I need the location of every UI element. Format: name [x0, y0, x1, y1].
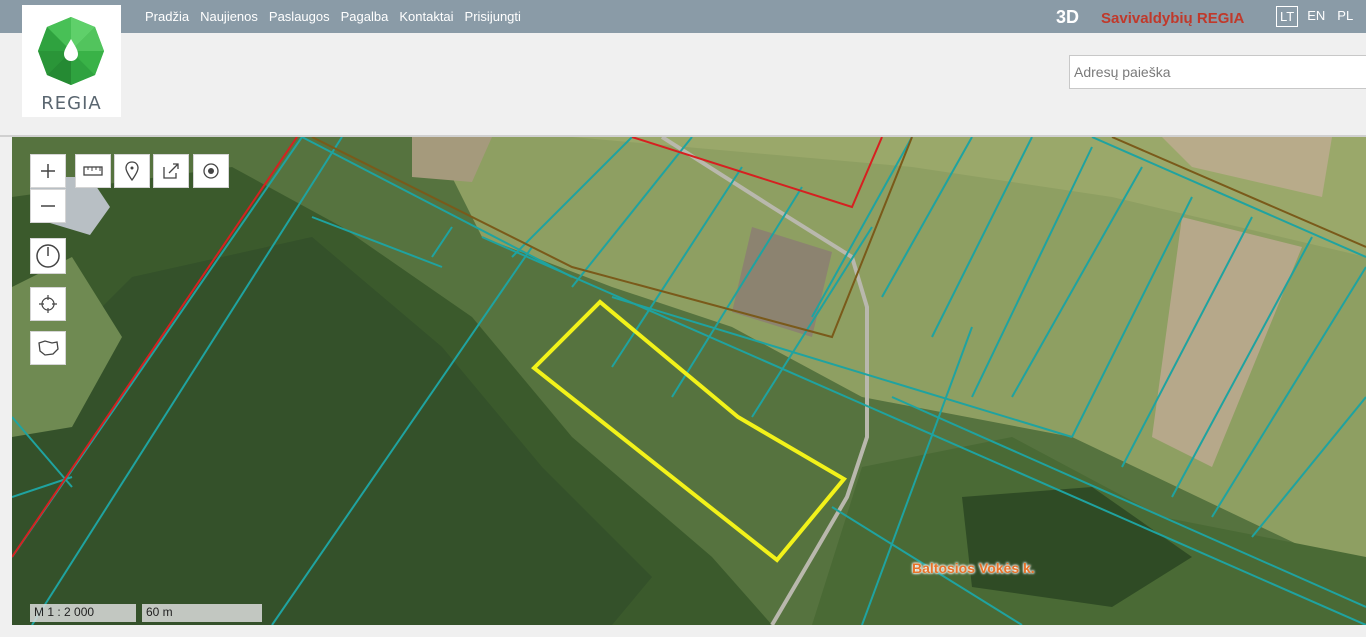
map-scale: M 1 : 2 000 60 m	[30, 604, 262, 622]
history-button[interactable]	[30, 238, 66, 274]
nav-item-paslaugos[interactable]: Paslaugos	[269, 9, 330, 24]
brand-title: Savivaldybių REGIA	[1101, 10, 1245, 27]
target-icon	[203, 163, 219, 179]
geolocate-button[interactable]	[30, 287, 66, 321]
scale-ratio: M 1 : 2 000	[30, 604, 136, 622]
area-select-button[interactable]	[30, 331, 66, 365]
marker-icon	[125, 161, 139, 181]
nav-item-prisijungti[interactable]: Prisijungti	[465, 9, 521, 24]
aerial-basemap[interactable]	[12, 137, 1366, 625]
language-switcher: LT EN PL	[1276, 6, 1356, 27]
locate-button[interactable]	[193, 154, 229, 188]
main-nav: Pradžia Naujienos Paslaugos Pagalba Kont…	[145, 9, 521, 24]
zoom-in-icon	[41, 164, 55, 178]
area-icon	[38, 340, 59, 356]
measure-button[interactable]	[75, 154, 111, 188]
logo-text: REGIA	[41, 93, 102, 114]
crosshair-icon	[39, 295, 57, 313]
address-search-input[interactable]	[1069, 55, 1366, 89]
lang-en[interactable]: EN	[1304, 6, 1328, 27]
share-button[interactable]	[153, 154, 189, 188]
place-label: Baltosios Vokės k.	[912, 560, 1035, 576]
lang-lt[interactable]: LT	[1276, 6, 1299, 27]
map-viewport[interactable]: M 1 : 2 000 60 m Baltosios Vokės k.	[12, 137, 1366, 625]
3d-button[interactable]: 3D	[1056, 7, 1079, 28]
nav-item-pagalba[interactable]: Pagalba	[341, 9, 389, 24]
nav-item-naujienos[interactable]: Naujienos	[200, 9, 258, 24]
zoom-out-icon	[41, 205, 55, 207]
share-icon	[163, 163, 179, 179]
zoom-out-button[interactable]	[30, 189, 66, 223]
ruler-icon	[83, 166, 103, 176]
logo[interactable]: REGIA	[22, 5, 121, 117]
logo-icon	[38, 17, 104, 85]
nav-item-pradzia[interactable]: Pradžia	[145, 9, 189, 24]
marker-button[interactable]	[114, 154, 150, 188]
zoom-in-button[interactable]	[30, 154, 66, 188]
top-navigation-bar: Pradžia Naujienos Paslaugos Pagalba Kont…	[0, 0, 1366, 33]
lang-pl[interactable]: PL	[1334, 6, 1356, 27]
footer	[0, 625, 1366, 637]
scale-distance: 60 m	[142, 604, 262, 622]
clock-icon	[36, 244, 60, 268]
nav-item-kontaktai[interactable]: Kontaktai	[399, 9, 453, 24]
